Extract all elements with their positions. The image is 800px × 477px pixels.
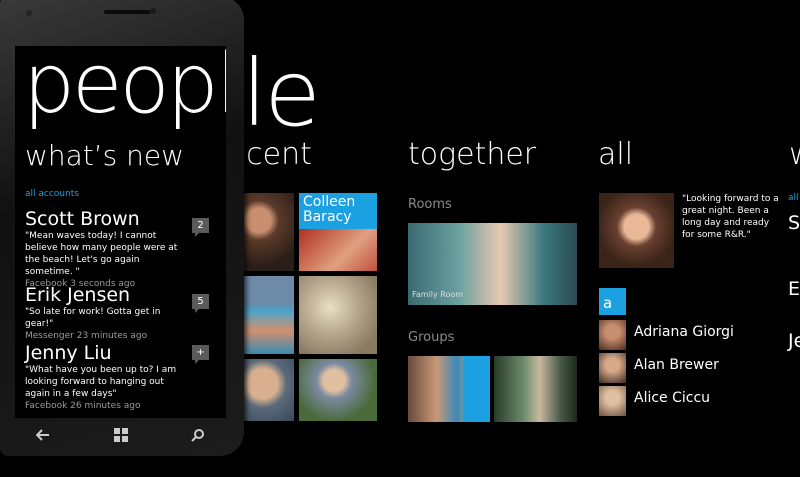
featured-contact-status: "Looking forward to a great night. Been … [682,194,779,240]
feed-name: Erik Jensen [25,284,131,306]
feed-name: Scott Brown [25,208,140,230]
peek-name: Je [788,330,800,352]
avatar [599,386,626,416]
comment-count-badge[interactable]: + [192,345,209,364]
recent-contact-tile[interactable] [299,276,377,354]
front-camera [26,10,32,16]
windows-start-icon[interactable] [106,420,136,450]
rooms-header: Rooms [408,197,452,212]
peek-accounts: all [788,193,799,203]
sensor [150,8,156,14]
feed-meta: Facebook 26 minutes ago [25,401,141,411]
feed-message: "Mean waves today! I cannot believe how … [25,231,178,277]
peek-name: S [788,212,800,234]
feed-message: "What have you been up to? I am looking … [25,365,177,399]
recent-contact-tile-colleen[interactable]: Colleen Baracy [299,193,377,271]
section-together[interactable]: together [408,140,536,170]
contact-name: Alan Brewer [634,357,719,373]
phone-device: people what’s new all accounts Scott Bro… [0,0,244,456]
phone-screen: people what’s new all accounts Scott Bro… [15,46,226,418]
group-tile-accent[interactable] [463,356,490,422]
groups-header: Groups [408,330,455,345]
featured-contact-photo[interactable] [599,193,674,268]
recent-contact-tile[interactable] [299,359,377,421]
feed-item[interactable]: Erik Jensen "So late for work! Gotta get… [25,284,215,342]
contact-row[interactable]: Adriana Giorgi [599,320,799,350]
room-caption: Family Room [412,290,464,299]
comment-count-badge[interactable]: 2 [192,218,209,237]
contact-row[interactable]: Alice Ciccu [599,386,799,416]
alpha-jump-a[interactable]: a [599,288,626,315]
peek-name: E [788,278,800,300]
feed-meta: Messenger 23 minutes ago [25,331,148,341]
phone-app-title: people [23,46,226,132]
search-icon[interactable] [183,420,213,450]
avatar [599,320,626,350]
section-next-peek: w [789,140,800,170]
recent-tile-label: Colleen Baracy [303,194,356,225]
group-tile[interactable] [494,356,577,422]
family-room-tile[interactable]: Family Room [408,223,577,305]
earpiece-speaker [104,10,150,14]
feed-item[interactable]: Jenny Liu "What have you been up to? I a… [25,342,215,412]
feed-message: "So late for work! Gotta get in gear!" [25,307,161,329]
contact-name: Alice Ciccu [634,390,711,406]
contact-name: Adriana Giorgi [634,324,734,340]
feed-item[interactable]: Scott Brown "Mean waves today! I cannot … [25,208,215,290]
back-icon[interactable] [28,420,58,450]
contact-row[interactable]: Alan Brewer [599,353,799,383]
avatar [599,353,626,383]
feed-name: Jenny Liu [25,342,112,364]
accounts-filter[interactable]: all accounts [25,189,79,199]
phone-section-title[interactable]: what’s new [25,142,184,170]
comment-count-badge[interactable]: 5 [192,294,209,313]
section-all[interactable]: all [598,140,633,170]
